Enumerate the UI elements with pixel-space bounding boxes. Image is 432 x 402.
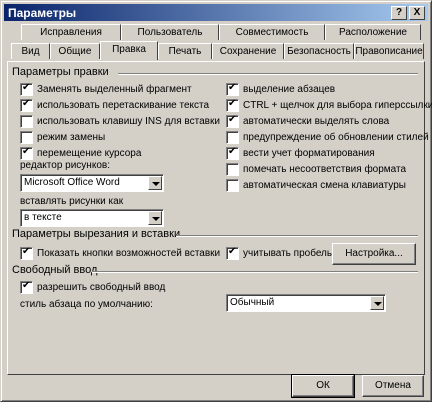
checkbox-label: автоматически выделять слова <box>243 115 390 127</box>
default-style-label: стиль абзаца по умолчанию: <box>20 299 153 310</box>
help-button[interactable]: ? <box>391 6 407 20</box>
tab-row-back: Исправления Пользователь Совместимость Р… <box>21 24 421 42</box>
overtype-mode-checkbox[interactable]: режим замены <box>20 130 105 144</box>
checkbox-label: перемещение курсора <box>37 147 142 159</box>
checkbox-label: Заменять выделенный фрагмент <box>37 83 192 95</box>
picture-editor-value: Microsoft Office Word <box>24 177 120 188</box>
tab-spelling[interactable]: Правописание <box>354 43 424 59</box>
checkbox-box <box>20 246 33 260</box>
edit-options-title: Параметры правки <box>12 66 109 78</box>
tab-print[interactable]: Печать <box>158 43 212 59</box>
paragraph-select-checkbox[interactable]: выделение абзацев <box>226 82 335 96</box>
insert-pictures-as-value: в тексте <box>24 212 62 223</box>
chevron-down-icon[interactable] <box>148 211 162 225</box>
cut-paste-divider <box>176 235 418 237</box>
cancel-button[interactable]: Отмена <box>362 375 424 397</box>
tab-corrections[interactable]: Исправления <box>21 24 121 40</box>
checkbox-box <box>226 146 239 160</box>
picture-editor-label: редактор рисунков: <box>20 160 110 171</box>
tab-security[interactable]: Безопасность <box>284 43 354 59</box>
tab-location[interactable]: Расположение <box>325 24 421 40</box>
options-dialog: Параметры ? X Исправления Пользователь С… <box>0 0 432 402</box>
checkbox-label: Показать кнопки возможностей вставки <box>37 247 221 259</box>
mark-formatting-inconsistencies-checkbox[interactable]: помечать несоответствия формата <box>226 162 406 176</box>
ins-key-paste-checkbox[interactable]: использовать клавишу INS для вставки <box>20 114 220 128</box>
checkbox-label: помечать несоответствия формата <box>243 163 407 175</box>
checkbox-box <box>20 82 33 96</box>
click-type-title: Свободный ввод <box>12 264 98 276</box>
smart-spaces-checkbox[interactable]: учитывать пробелы <box>226 246 334 260</box>
auto-keyboard-switch-checkbox[interactable]: автоматическая смена клавиатуры <box>226 178 406 192</box>
cut-paste-title: Параметры вырезания и вставки <box>12 228 181 240</box>
edit-options-divider <box>118 73 418 75</box>
checkbox-box <box>226 98 239 112</box>
checkbox-label: режим замены <box>37 131 106 143</box>
insert-pictures-as-select[interactable]: в тексте <box>20 209 164 227</box>
ctrl-click-hyperlink-checkbox[interactable]: CTRL + щелчок для выбора гиперссылки <box>226 98 432 112</box>
checkbox-box <box>226 246 239 260</box>
enable-click-type-checkbox[interactable]: разрешить свободный ввод <box>20 280 165 294</box>
checkbox-box <box>226 162 239 176</box>
tab-general[interactable]: Общие <box>50 43 100 59</box>
checkbox-box <box>226 114 239 128</box>
checkbox-box <box>226 130 239 144</box>
checkbox-label: выделение абзацев <box>243 83 336 95</box>
checkbox-label: CTRL + щелчок для выбора гиперссылки <box>243 99 432 111</box>
auto-select-words-checkbox[interactable]: автоматически выделять слова <box>226 114 389 128</box>
checkbox-label: автоматическая смена клавиатуры <box>243 179 406 191</box>
insert-pictures-as-label: вставлять рисунки как <box>20 196 124 207</box>
chevron-down-icon[interactable] <box>148 176 162 190</box>
tab-row-front: Вид Общие Правка Печать Сохранение Безоп… <box>11 41 425 61</box>
checkbox-label: разрешить свободный ввод <box>37 281 166 293</box>
checkbox-box <box>20 130 33 144</box>
click-type-divider <box>92 271 418 273</box>
tab-compatibility[interactable]: Совместимость <box>219 24 325 40</box>
checkbox-box <box>226 178 239 192</box>
tab-user[interactable]: Пользователь <box>121 24 219 40</box>
checkbox-box <box>226 82 239 96</box>
default-style-select[interactable]: Обычный <box>226 294 386 312</box>
tab-view[interactable]: Вид <box>11 43 50 59</box>
tab-edit[interactable]: Правка <box>100 41 158 60</box>
track-formatting-checkbox[interactable]: вести учет форматирования <box>226 146 375 160</box>
checkbox-label: учитывать пробелы <box>243 247 335 259</box>
ok-button[interactable]: ОК <box>291 374 355 398</box>
tab-save[interactable]: Сохранение <box>212 43 284 59</box>
checkbox-label: использовать клавишу INS для вставки <box>37 115 220 127</box>
picture-editor-select[interactable]: Microsoft Office Word <box>20 174 164 192</box>
checkbox-label: предупреждение об обновлении стилей <box>243 131 429 143</box>
cursor-movement-checkbox[interactable]: перемещение курсора <box>20 146 141 160</box>
default-style-value: Обычный <box>230 297 275 308</box>
drag-drop-checkbox[interactable]: использовать перетаскивание текста <box>20 98 209 112</box>
window-title: Параметры <box>8 6 77 20</box>
checkbox-box <box>20 146 33 160</box>
checkbox-box <box>20 98 33 112</box>
chevron-down-icon[interactable] <box>370 296 384 310</box>
paste-settings-button[interactable]: Настройка... <box>332 243 416 265</box>
checkbox-label: использовать перетаскивание текста <box>37 99 210 111</box>
checkbox-box <box>20 114 33 128</box>
checkbox-label: вести учет форматирования <box>243 147 375 159</box>
style-update-warning-checkbox[interactable]: предупреждение об обновлении стилей <box>226 130 429 144</box>
checkbox-box <box>20 280 33 294</box>
close-button[interactable]: X <box>409 6 425 20</box>
show-paste-options-checkbox[interactable]: Показать кнопки возможностей вставки <box>20 246 220 260</box>
replace-selection-checkbox[interactable]: Заменять выделенный фрагмент <box>20 82 192 96</box>
edit-tab-panel: Параметры правки Заменять выделенный фра… <box>7 61 432 375</box>
title-bar: Параметры ? X <box>4 4 428 21</box>
